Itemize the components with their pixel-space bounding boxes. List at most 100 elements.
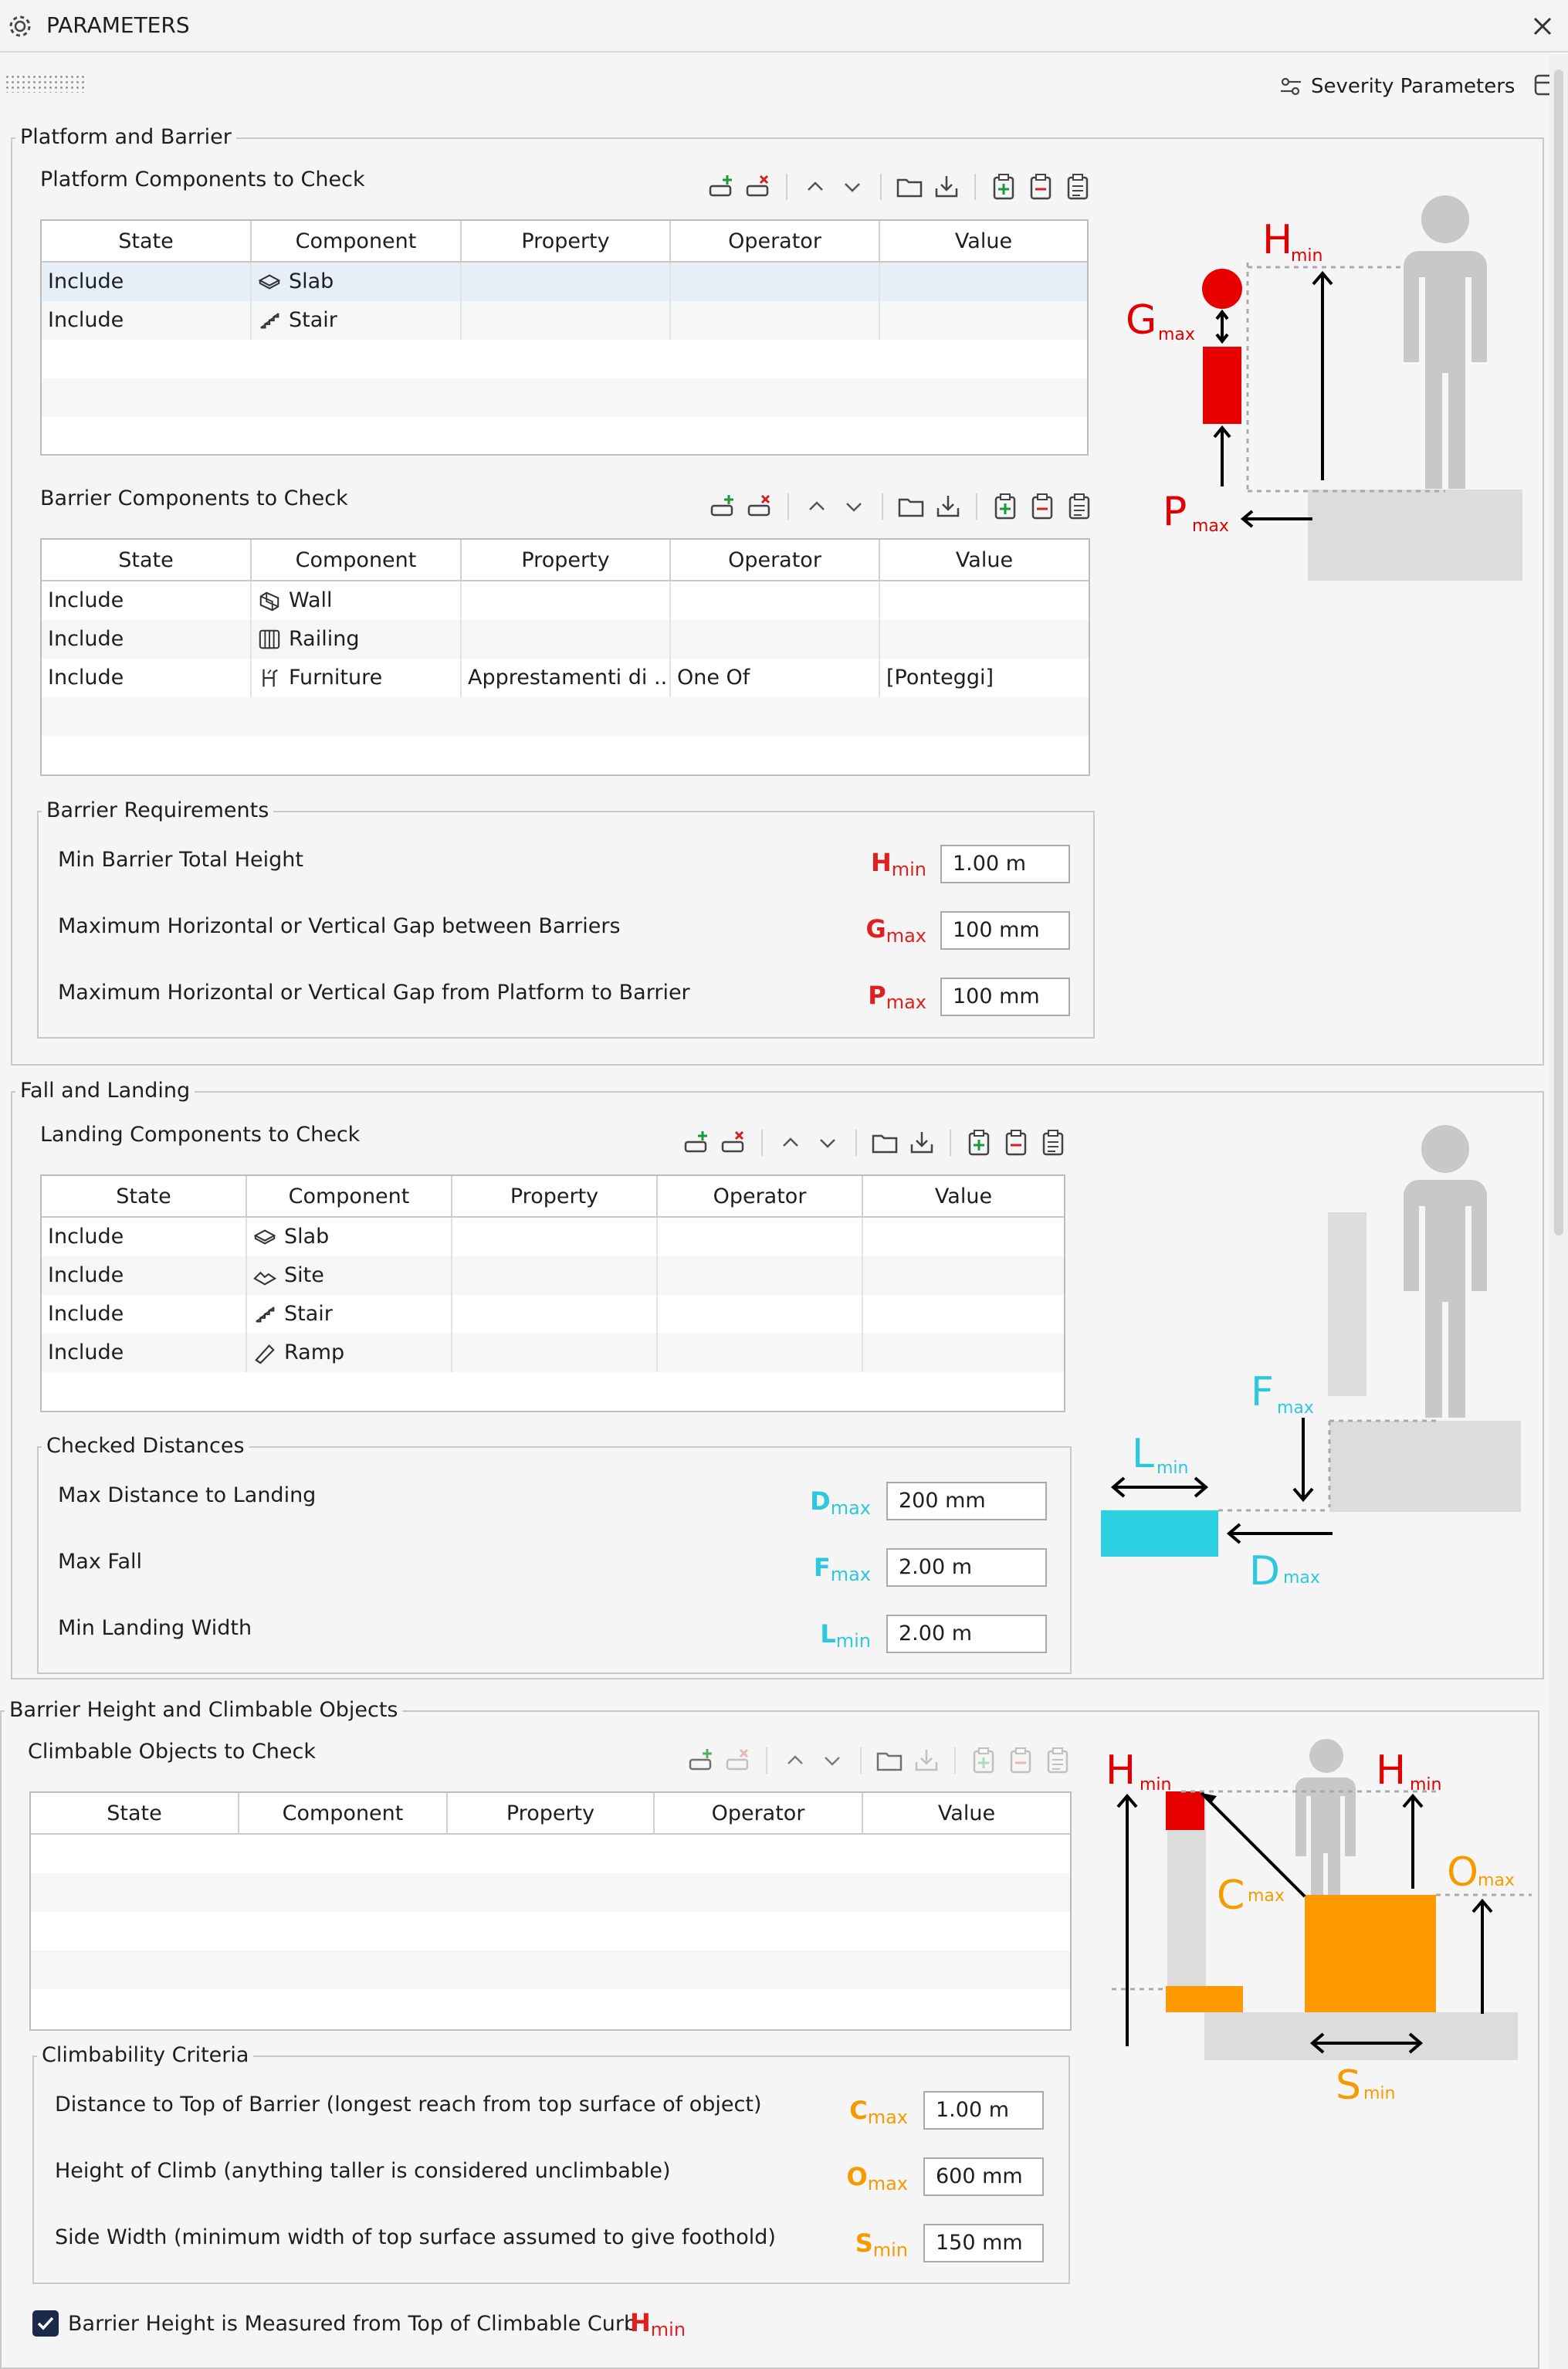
empty-row bbox=[31, 1989, 1070, 2028]
clipboard-add-icon[interactable] bbox=[965, 1129, 993, 1157]
remove-row-icon[interactable] bbox=[720, 1129, 747, 1157]
column-header-value[interactable]: Value bbox=[863, 1176, 1064, 1216]
clipboard-remove-icon[interactable] bbox=[1007, 1747, 1035, 1774]
measure-from-curb-label[interactable]: Barrier Height is Measured from Top of C… bbox=[68, 2311, 637, 2337]
column-header-property[interactable]: Property bbox=[462, 540, 671, 580]
clipboard-add-icon[interactable] bbox=[970, 1747, 997, 1774]
add-row-icon[interactable] bbox=[682, 1129, 710, 1157]
table-row[interactable]: Include Stair bbox=[42, 301, 1087, 340]
column-header-component[interactable]: Component bbox=[239, 1793, 448, 1833]
column-header-component[interactable]: Component bbox=[247, 1176, 452, 1216]
svg-text:S: S bbox=[1336, 2062, 1361, 2109]
move-up-icon[interactable] bbox=[803, 493, 831, 520]
svg-text:max: max bbox=[1158, 325, 1195, 344]
min-landing-width-input[interactable]: 2.00 m bbox=[886, 1615, 1047, 1653]
add-row-icon[interactable] bbox=[707, 173, 735, 201]
open-folder-icon[interactable] bbox=[871, 1129, 899, 1157]
table-row[interactable]: Include Ramp bbox=[42, 1334, 1064, 1372]
max-distance-landing-input[interactable]: 200 mm bbox=[886, 1482, 1047, 1520]
close-icon[interactable] bbox=[1530, 14, 1555, 39]
table-row[interactable]: Include Railing bbox=[42, 620, 1089, 659]
move-up-icon[interactable] bbox=[777, 1129, 804, 1157]
remove-row-icon[interactable] bbox=[744, 173, 772, 201]
clipboard-remove-icon[interactable] bbox=[1002, 1129, 1030, 1157]
move-up-icon[interactable] bbox=[801, 173, 829, 201]
svg-text:max: max bbox=[1192, 517, 1229, 536]
table-row[interactable]: Include Stair bbox=[42, 1295, 1064, 1334]
remove-row-icon[interactable] bbox=[746, 493, 774, 520]
max-fall-input[interactable]: 2.00 m bbox=[886, 1548, 1047, 1587]
height-of-climb-input[interactable]: 600 mm bbox=[923, 2157, 1044, 2196]
download-icon[interactable] bbox=[913, 1747, 940, 1774]
fmax-symbol: Fmax bbox=[813, 1553, 871, 1585]
column-header-value[interactable]: Value bbox=[880, 540, 1089, 580]
window-title: PARAMETERS bbox=[46, 12, 190, 38]
omax-symbol: Omax bbox=[846, 2162, 909, 2194]
gap-platform-barrier-label: Maximum Horizontal or Vertical Gap from … bbox=[58, 981, 690, 1005]
barrier-components-table: State Component Property Operator Value … bbox=[40, 538, 1090, 776]
column-header-state[interactable]: State bbox=[42, 540, 252, 580]
platform-toolbar bbox=[707, 171, 1092, 202]
gap-platform-barrier-input[interactable]: 100 mm bbox=[940, 978, 1070, 1016]
landing-toolbar bbox=[682, 1127, 1067, 1158]
svg-text:D: D bbox=[1249, 1548, 1280, 1595]
side-width-input[interactable]: 150 mm bbox=[923, 2224, 1044, 2262]
clipboard-icon[interactable] bbox=[1039, 1129, 1067, 1157]
svg-text:max: max bbox=[1248, 1886, 1285, 1906]
clipboard-add-icon[interactable] bbox=[991, 493, 1019, 520]
table-row[interactable]: Include Wall bbox=[42, 581, 1089, 620]
table-row[interactable]: Include Site bbox=[42, 1256, 1064, 1295]
move-down-icon[interactable] bbox=[838, 173, 866, 201]
column-header-value[interactable]: Value bbox=[863, 1793, 1070, 1833]
clipboard-icon[interactable] bbox=[1065, 493, 1093, 520]
table-row[interactable]: Include Slab bbox=[42, 263, 1087, 301]
min-barrier-height-input[interactable]: 1.00 m bbox=[940, 845, 1070, 883]
distance-top-barrier-input[interactable]: 1.00 m bbox=[923, 2091, 1044, 2130]
column-header-value[interactable]: Value bbox=[880, 221, 1087, 261]
remove-row-icon[interactable] bbox=[724, 1747, 752, 1774]
column-header-component[interactable]: Component bbox=[252, 540, 462, 580]
table-header: State Component Property Operator Value bbox=[42, 1176, 1064, 1218]
svg-text:F: F bbox=[1251, 1369, 1274, 1415]
clipboard-icon[interactable] bbox=[1044, 1747, 1072, 1774]
table-row[interactable]: Include Slab bbox=[42, 1218, 1064, 1256]
clipboard-add-icon[interactable] bbox=[990, 173, 1018, 201]
scrollbar-thumb[interactable] bbox=[1554, 69, 1563, 1235]
severity-parameters-button[interactable]: Severity Parameters bbox=[1278, 73, 1515, 100]
column-header-operator[interactable]: Operator bbox=[671, 540, 880, 580]
download-icon[interactable] bbox=[908, 1129, 936, 1157]
clipboard-remove-icon[interactable] bbox=[1027, 173, 1055, 201]
add-row-icon[interactable] bbox=[709, 493, 737, 520]
climbable-group-title: Barrier Height and Climbable Objects bbox=[5, 1697, 403, 1723]
column-header-property[interactable]: Property bbox=[452, 1176, 658, 1216]
column-header-operator[interactable]: Operator bbox=[655, 1793, 863, 1833]
dmax-symbol: Dmax bbox=[810, 1486, 871, 1519]
download-icon[interactable] bbox=[933, 173, 960, 201]
download-icon[interactable] bbox=[934, 493, 962, 520]
column-header-property[interactable]: Property bbox=[448, 1793, 655, 1833]
measure-from-curb-checkbox[interactable] bbox=[32, 2310, 59, 2337]
column-header-operator[interactable]: Operator bbox=[658, 1176, 863, 1216]
column-header-state[interactable]: State bbox=[42, 221, 252, 261]
clipboard-remove-icon[interactable] bbox=[1028, 493, 1056, 520]
open-folder-icon[interactable] bbox=[897, 493, 925, 520]
move-down-icon[interactable] bbox=[818, 1747, 846, 1774]
column-header-state[interactable]: State bbox=[42, 1176, 247, 1216]
open-folder-icon[interactable] bbox=[875, 1747, 903, 1774]
move-up-icon[interactable] bbox=[781, 1747, 809, 1774]
column-header-property[interactable]: Property bbox=[462, 221, 671, 261]
move-down-icon[interactable] bbox=[814, 1129, 842, 1157]
column-header-component[interactable]: Component bbox=[252, 221, 462, 261]
open-folder-icon[interactable] bbox=[896, 173, 923, 201]
clipboard-icon[interactable] bbox=[1064, 173, 1092, 201]
svg-text:min: min bbox=[1291, 246, 1323, 266]
drag-handle[interactable] bbox=[5, 74, 86, 93]
svg-text:H: H bbox=[1106, 1747, 1136, 1794]
column-header-state[interactable]: State bbox=[31, 1793, 239, 1833]
gap-between-barriers-input[interactable]: 100 mm bbox=[940, 911, 1070, 950]
add-row-icon[interactable] bbox=[687, 1747, 715, 1774]
move-down-icon[interactable] bbox=[840, 493, 868, 520]
table-row[interactable]: Include Furniture Apprestamenti di ... O… bbox=[42, 659, 1089, 697]
column-header-operator[interactable]: Operator bbox=[671, 221, 880, 261]
vertical-scrollbar[interactable] bbox=[1549, 54, 1568, 2369]
